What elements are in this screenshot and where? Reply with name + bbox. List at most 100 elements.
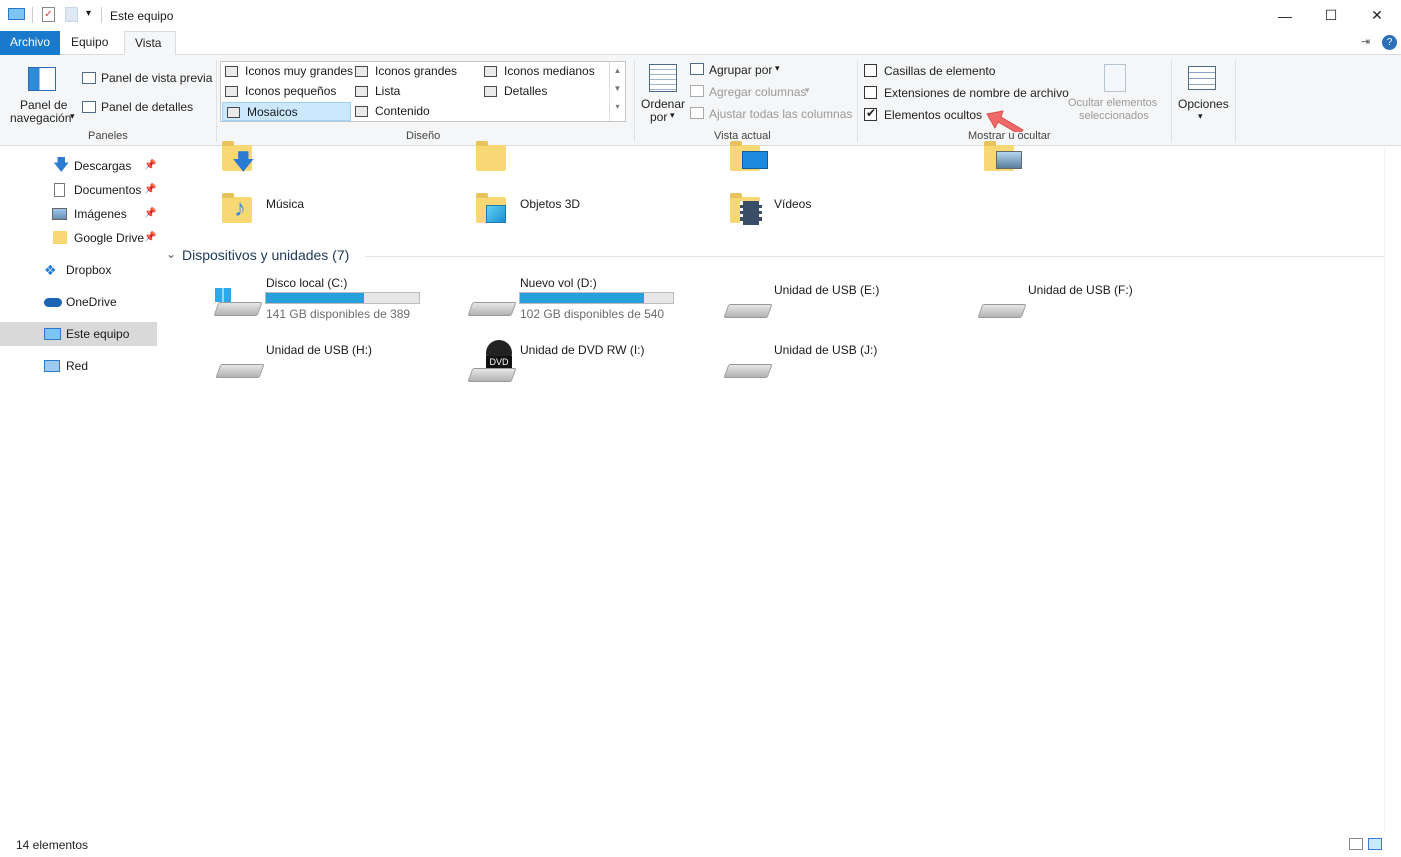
navigation-pane-button[interactable]: Panel de navegación ▾ [4, 61, 75, 131]
dvd-badge: DVD [486, 356, 512, 368]
nav-item-downloads[interactable]: 🡇 Descargas 📌 [0, 154, 157, 178]
group-divider [857, 60, 858, 142]
preview-pane-button[interactable]: Panel de vista previa [82, 70, 212, 86]
navigation-pane-label-2: navegación [10, 111, 72, 125]
window-title: Este equipo [110, 9, 174, 23]
windows-logo-icon [215, 288, 231, 302]
nav-item-documents[interactable]: Documentos 📌 [0, 178, 157, 202]
pin-icon[interactable]: 📌 [144, 226, 156, 250]
download-arrow-icon: 🡇 [53, 157, 70, 174]
nav-item-onedrive[interactable]: OneDrive [0, 290, 157, 314]
folder-tile-music[interactable]: ♪ Música [220, 189, 460, 235]
tab-computer[interactable]: Equipo [61, 31, 118, 55]
file-extensions-option[interactable]: Extensiones de nombre de archivo [864, 85, 1069, 101]
drive-name: Unidad de USB (F:) [1028, 283, 1133, 297]
extra-large-icons-icon [225, 66, 238, 77]
hard-drive-icon [213, 302, 263, 316]
layout-details[interactable]: Detalles [480, 82, 547, 101]
film-strip-icon [740, 201, 762, 225]
layout-list[interactable]: Lista [351, 82, 400, 101]
usb-drive-icon [977, 304, 1027, 318]
properties-icon[interactable]: ✓ [42, 7, 55, 22]
nav-item-pictures[interactable]: Imágenes 📌 [0, 202, 157, 226]
tab-file[interactable]: Archivo [0, 31, 61, 55]
nav-item-dropbox[interactable]: ❖ Dropbox [0, 258, 157, 282]
hard-drive-icon [467, 302, 517, 316]
pin-icon[interactable]: 📌 [144, 154, 156, 178]
tab-view[interactable]: Vista [124, 31, 176, 56]
pin-ribbon-icon[interactable]: ⇥ [1361, 35, 1370, 48]
nav-item-google-drive[interactable]: Google Drive 📌 [0, 226, 157, 250]
folder-name: Objetos 3D [520, 197, 581, 211]
details-icon [484, 86, 497, 97]
layout-large-icons[interactable]: Iconos grandes [351, 62, 457, 81]
sort-by-button[interactable]: Ordenar por ▾ [640, 61, 686, 127]
item-checkboxes-option[interactable]: Casillas de elemento [864, 63, 1024, 79]
documents-folder-icon[interactable] [476, 141, 506, 171]
folder-tile-videos[interactable]: Vídeos [728, 189, 968, 235]
drive-name: Disco local (C:) [266, 276, 348, 290]
gallery-scroll[interactable]: ▲ ▼ ▾ [609, 62, 625, 121]
hide-selected-button[interactable]: Ocultar elementos seleccionados [1066, 61, 1166, 127]
chevron-down-icon: ▾ [775, 63, 780, 73]
item-checkboxes-checkbox[interactable] [864, 64, 877, 77]
layout-tiles[interactable]: Mosaicos [222, 102, 351, 121]
drive-tile-c[interactable]: Disco local (C:) 141 GB disponibles de 3… [212, 274, 452, 326]
add-columns-button[interactable]: Agregar columnas ▾ [690, 84, 820, 100]
drive-tile-e[interactable]: Unidad de USB (E:) [720, 274, 960, 326]
fit-columns-button[interactable]: Ajustar todas las columnas [690, 106, 852, 122]
usb-drive-icon [215, 364, 265, 378]
new-folder-icon[interactable] [65, 7, 78, 22]
pin-icon[interactable]: 📌 [144, 178, 156, 202]
layout-medium-icons[interactable]: Iconos medianos [480, 62, 595, 81]
devices-section-header[interactable]: Dispositivos y unidades (7) [182, 247, 349, 263]
layout-extra-large-icons[interactable]: Iconos muy grandes [221, 62, 353, 81]
help-icon[interactable]: ? [1382, 35, 1397, 50]
options-button[interactable]: Opciones ▾ [1174, 61, 1232, 127]
qat-dropdown-icon[interactable]: ▾ [86, 8, 91, 19]
nav-item-label: OneDrive [66, 295, 117, 309]
folder-tile-3d-objects[interactable]: Objetos 3D [474, 189, 714, 235]
nav-item-label: Este equipo [66, 327, 130, 341]
group-by-button[interactable]: Agrupar por ▾ [690, 62, 800, 78]
chevron-down-icon: ▾ [805, 85, 810, 95]
tiles-view-icon[interactable] [1368, 838, 1382, 850]
section-collapse-chevron-icon[interactable]: ⌄ [166, 247, 176, 261]
drive-name: Unidad de USB (E:) [774, 283, 880, 297]
drive-tile-d[interactable]: Nuevo vol (D:) 102 GB disponibles de 540 [466, 274, 706, 326]
pin-icon[interactable]: 📌 [144, 202, 156, 226]
drive-tile-j[interactable]: Unidad de USB (J:) [720, 340, 960, 386]
hidden-items-label: Elementos ocultos [884, 108, 983, 122]
computer-icon[interactable] [8, 8, 25, 20]
layout-item-label: Contenido [375, 104, 430, 118]
layout-item-label: Iconos medianos [504, 64, 595, 78]
download-arrow-icon: 🡇 [232, 149, 255, 174]
file-extensions-checkbox[interactable] [864, 86, 877, 99]
desktop-screen-icon [742, 151, 768, 169]
drive-tile-h[interactable]: Unidad de USB (H:) [212, 340, 452, 386]
layout-content[interactable]: Contenido [351, 102, 430, 121]
nav-item-this-pc[interactable]: Este equipo [0, 322, 157, 346]
drive-name: Unidad de USB (J:) [774, 343, 878, 357]
group-divider [634, 60, 635, 142]
onedrive-cloud-icon [44, 298, 62, 307]
maximize-button[interactable]: ☐ [1308, 0, 1354, 31]
details-pane-button[interactable]: Panel de detalles [82, 99, 212, 115]
navigation-pane-label-1: Panel de [20, 98, 68, 112]
drive-tile-f[interactable]: Unidad de USB (F:) [974, 274, 1214, 326]
landscape-picture-icon [996, 151, 1022, 169]
drive-tile-i[interactable]: DVD Unidad de DVD RW (I:) [466, 340, 706, 386]
layout-small-icons[interactable]: Iconos pequeños [221, 82, 336, 101]
details-view-icon[interactable] [1349, 838, 1363, 850]
minimize-button[interactable]: — [1262, 0, 1308, 31]
fit-columns-icon [690, 107, 704, 119]
sort-label-2: por [650, 110, 668, 124]
layout-gallery: Iconos muy grandes Iconos grandes Iconos… [220, 61, 626, 122]
close-button[interactable]: ✕ [1354, 0, 1400, 31]
vertical-scrollbar[interactable] [1384, 147, 1401, 833]
hidden-items-checkbox[interactable] [864, 106, 877, 121]
chevron-down-icon: ▾ [70, 111, 75, 121]
nav-item-network[interactable]: Red [0, 354, 157, 378]
navigation-pane-icon [28, 67, 56, 91]
status-bar: 14 elementos [0, 833, 1401, 857]
